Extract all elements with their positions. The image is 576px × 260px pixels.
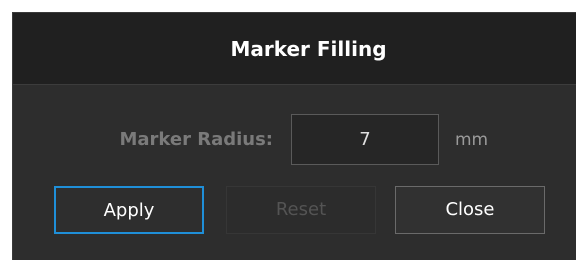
apply-button[interactable]: Apply [54, 186, 204, 234]
marker-radius-label: Marker Radius: [119, 129, 273, 150]
reset-button: Reset [226, 186, 376, 234]
dialog-titlebar: Marker Filling [13, 13, 576, 85]
unit-label: mm [455, 130, 489, 150]
marker-filling-dialog: Marker Filling Marker Radius: mm Apply R… [12, 12, 576, 260]
close-button[interactable]: Close [395, 186, 545, 234]
marker-radius-input[interactable] [291, 114, 439, 165]
dialog-title: Marker Filling [230, 37, 387, 61]
